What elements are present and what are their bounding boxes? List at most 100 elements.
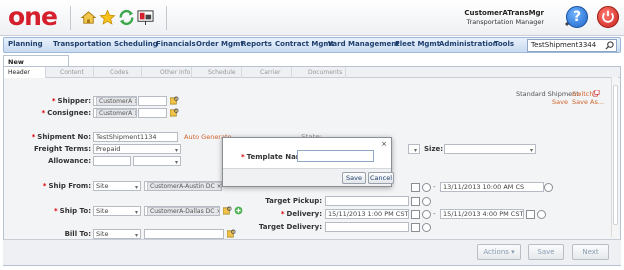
save-template-link[interactable]: Save xyxy=(552,98,568,106)
search-icon[interactable] xyxy=(605,41,614,50)
freight-terms-select[interactable]: Prepaid ▾ xyxy=(93,144,181,154)
header-divider xyxy=(166,6,167,30)
app-logo[interactable]: one xyxy=(8,4,62,31)
target-delivery-input[interactable] xyxy=(325,222,409,232)
nav-contract-mgmt[interactable]: Contract Mgmt xyxy=(275,40,334,48)
ship-to-chip: CustomerA-Dallas DC × xyxy=(147,207,219,215)
calendar-icon[interactable] xyxy=(526,210,535,219)
help-button[interactable]: ? xyxy=(566,6,588,28)
nav-reports[interactable]: Reports xyxy=(241,40,272,48)
delivery-to-input[interactable]: 15/11/2013 4:00 PM CST xyxy=(440,209,524,219)
shipment-no-input[interactable]: TestShipment1134 xyxy=(93,132,178,142)
consignee-label: * Consignee: xyxy=(24,109,91,117)
shipper-label-text: Shipper: xyxy=(57,97,91,105)
required-marker: * xyxy=(280,210,285,218)
calendar-icon[interactable] xyxy=(411,183,420,192)
calendar-icon[interactable] xyxy=(411,223,420,232)
subtab-other-info[interactable]: Other Info xyxy=(142,67,192,78)
consignee-field[interactable]: CustomerA × xyxy=(93,108,137,118)
subtab-content[interactable]: Content xyxy=(46,67,94,78)
refresh-icon[interactable] xyxy=(118,9,135,26)
nav-order-mgmt[interactable]: Order Mgmt xyxy=(196,40,244,48)
ship-to-location-field[interactable]: CustomerA-Dallas DC × xyxy=(144,206,220,216)
subtab-documents[interactable]: Documents xyxy=(292,67,346,78)
ship-from-type-select[interactable]: Site ▾ xyxy=(93,181,141,191)
bill-to-type-select[interactable]: Site ▾ xyxy=(93,229,141,239)
bill-to-location-field[interactable] xyxy=(144,229,224,239)
bill-to-type-value: Site xyxy=(96,230,109,238)
shipper-field[interactable]: CustomerA × xyxy=(93,96,137,106)
user-info: CustomerATransMgr Transportation Manager xyxy=(464,9,544,27)
consignee-label-text: Consignee: xyxy=(47,109,91,117)
subtab-carrier[interactable]: Carrier xyxy=(242,67,292,78)
target-pickup-input[interactable] xyxy=(325,196,409,206)
calendar-icon[interactable] xyxy=(411,197,420,206)
close-icon[interactable]: × xyxy=(381,140,387,148)
nav-scheduling[interactable]: Scheduling xyxy=(114,40,158,48)
clock-icon[interactable] xyxy=(422,223,431,232)
nav-yard-management[interactable]: Yard Management xyxy=(328,40,400,48)
calendar-icon[interactable] xyxy=(411,210,420,219)
bill-to-lookup-icon[interactable] xyxy=(227,229,236,238)
nav-administration[interactable]: Administration xyxy=(439,40,498,48)
user-role: Transportation Manager xyxy=(466,18,545,26)
ship-to-type-value: Site xyxy=(96,207,109,215)
dialog-save-button[interactable]: Save xyxy=(342,172,366,184)
presentation-icon[interactable] xyxy=(137,9,154,26)
chevron-down-icon: ▾ xyxy=(174,147,178,154)
date-range-dash: - xyxy=(433,210,436,218)
required-marker: * xyxy=(51,97,56,105)
freight-terms-label: Freight Terms: xyxy=(33,145,91,153)
global-search-input[interactable]: TestShipment3344 xyxy=(527,39,617,52)
clock-icon[interactable] xyxy=(422,210,431,219)
clock-icon[interactable] xyxy=(422,183,431,192)
consignee-lookup-icon[interactable] xyxy=(170,108,179,117)
home-icon[interactable] xyxy=(80,9,97,26)
favorites-star-icon[interactable] xyxy=(99,9,116,26)
next-button[interactable]: Next xyxy=(572,244,609,260)
pickup-to-input[interactable]: 13/11/2013 10:00 AM CS xyxy=(440,182,544,192)
logout-power-button[interactable] xyxy=(597,6,619,28)
clock-icon[interactable] xyxy=(544,183,553,192)
nav-tools[interactable]: Tools xyxy=(494,40,514,48)
template-name-input[interactable] xyxy=(297,150,374,162)
nav-planning[interactable]: Planning xyxy=(8,40,43,48)
save-button[interactable]: Save xyxy=(528,244,564,260)
subtab-header[interactable]: Header xyxy=(4,67,46,78)
ship-from-label: * Ship From: xyxy=(24,182,91,190)
nav-fleet-mgmt[interactable]: Fleet Mgmt xyxy=(395,40,440,48)
allowance-input[interactable] xyxy=(93,156,131,166)
nav-financials[interactable]: Financials xyxy=(156,40,196,48)
shipper-lookup-icon[interactable] xyxy=(170,96,179,105)
dialog-cancel-button[interactable]: Cancel xyxy=(368,172,394,184)
ship-to-lookup-icon[interactable] xyxy=(223,206,232,215)
allowance-unit-select[interactable]: ▾ xyxy=(133,156,181,166)
save-as-link[interactable]: Save As... xyxy=(572,98,604,106)
ship-from-label-text: Ship From: xyxy=(48,182,91,190)
user-name: CustomerATransMgr xyxy=(464,9,544,17)
shipper-value: CustomerA xyxy=(99,98,133,105)
shipment-no-label-text: Shipment No: xyxy=(37,133,91,141)
consignee-value: CustomerA xyxy=(99,110,133,117)
copy-icon[interactable] xyxy=(593,90,600,97)
ship-from-chip: CustomerA-Austin DC × xyxy=(147,182,221,190)
actions-menu-button[interactable]: Actions ▾ xyxy=(477,244,521,260)
add-location-icon[interactable] xyxy=(234,206,243,215)
switch-link[interactable]: Switch xyxy=(572,90,594,98)
scrollbar-thumb[interactable] xyxy=(613,85,618,225)
clock-icon[interactable] xyxy=(537,210,546,219)
size-select[interactable]: ▾ xyxy=(444,144,536,154)
content-scrollbar[interactable] xyxy=(611,77,618,237)
subtab-schedule[interactable]: Schedule xyxy=(192,67,242,78)
ship-to-type-select[interactable]: Site ▾ xyxy=(93,206,141,216)
clock-icon[interactable] xyxy=(422,197,431,206)
freight-aux-select[interactable]: ▾ xyxy=(408,144,420,154)
action-bar: Actions ▾ Save Next xyxy=(3,239,621,265)
nav-transportation[interactable]: Transportation xyxy=(53,40,111,48)
subtab-bar: Header Content Codes Other Info Schedule… xyxy=(4,67,620,78)
shipper-extra-field[interactable] xyxy=(138,96,167,106)
consignee-extra-field[interactable] xyxy=(138,108,167,118)
subtab-codes[interactable]: Codes xyxy=(94,67,142,78)
ship-from-location-field[interactable]: CustomerA-Austin DC × xyxy=(144,181,222,191)
delivery-from-input[interactable]: 15/11/2013 1:00 PM CST xyxy=(325,209,409,219)
